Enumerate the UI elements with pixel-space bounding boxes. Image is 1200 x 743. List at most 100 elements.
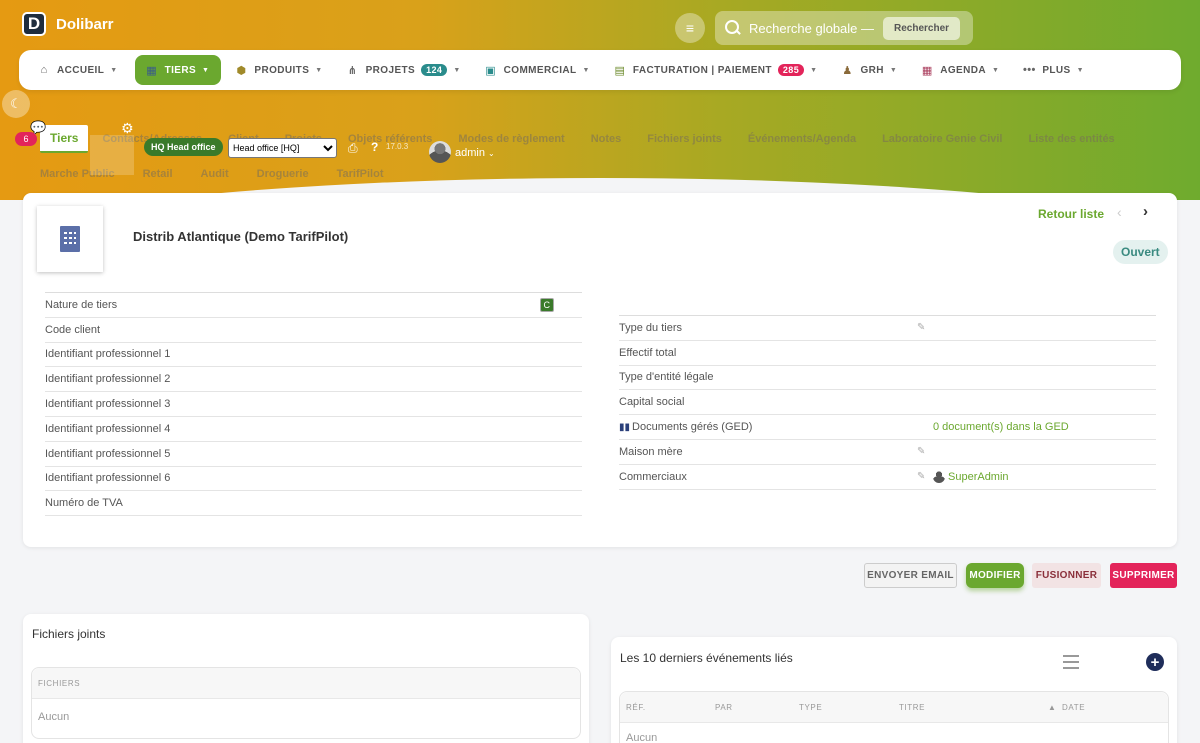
files-table: FICHIERS Aucun	[31, 667, 581, 739]
tab-fichiers-joints[interactable]: Fichiers joints	[647, 133, 722, 145]
sales-rep[interactable]: SuperAdmin	[933, 471, 1009, 483]
field-label: Identifiant professionnel 1	[45, 348, 171, 361]
tab-retail[interactable]: Retail	[143, 168, 173, 180]
tab-notes[interactable]: Notes	[591, 133, 622, 145]
nav-label: TIERS	[164, 64, 197, 76]
tab-laboratoire[interactable]: Laboratoire Genie Civil	[882, 133, 1002, 145]
chevron-down-icon: ▼	[889, 66, 898, 74]
sitemap-icon: ⋔	[347, 64, 358, 77]
field-row: Maison mère ✎	[619, 440, 1156, 465]
delete-button[interactable]: SUPPRIMER	[1110, 563, 1177, 588]
hamburger-icon: ≡	[685, 20, 695, 36]
tab-audit[interactable]: Audit	[201, 168, 229, 180]
files-column-header: FICHIERS	[38, 678, 81, 688]
field-label: Type du tiers	[619, 321, 682, 334]
field-row: Identifiant professionnel 5	[45, 442, 582, 467]
merge-button[interactable]: FUSIONNER	[1032, 563, 1101, 588]
column-type[interactable]: TYPE	[799, 703, 822, 712]
gear-icon[interactable]: ⚙	[121, 120, 134, 137]
user-tie-icon: ♟	[842, 64, 853, 77]
nav-agenda[interactable]: ▦ AGENDA ▼	[914, 55, 1009, 85]
field-row: Identifiant professionnel 3	[45, 392, 582, 417]
field-label: ▮▮ Documents gérés (GED)	[619, 421, 752, 433]
sort-asc-icon: ▲	[1048, 702, 1057, 712]
dark-mode-toggle[interactable]: ☾	[2, 90, 30, 118]
files-panel-title: Fichiers joints	[32, 627, 106, 641]
chevron-down-icon: ▼	[202, 66, 210, 74]
column-date[interactable]: DATE	[1062, 703, 1085, 712]
tab-tiers[interactable]: Tiers	[40, 125, 89, 153]
field-row: Type du tiers ✎	[619, 316, 1156, 341]
modify-button[interactable]: MODIFIER	[966, 563, 1024, 588]
pencil-icon[interactable]: ✎	[917, 471, 925, 482]
chevron-right-icon[interactable]: ›	[1143, 203, 1148, 220]
column-titre[interactable]: TITRE	[899, 703, 925, 712]
pencil-icon[interactable]: ✎	[917, 322, 925, 333]
chevron-down-icon: ▼	[110, 66, 118, 74]
search-button[interactable]: Rechercher	[883, 16, 961, 40]
field-label: Maison mère	[619, 445, 683, 458]
nav-projets[interactable]: ⋔ PROJETS 124 ▼	[340, 55, 471, 85]
user-icon	[933, 470, 945, 483]
entity-select[interactable]: Head office [HQ]	[228, 138, 337, 158]
field-row: ▮▮ Documents gérés (GED) 0 document(s) da…	[619, 415, 1156, 440]
ged-documents-link[interactable]: 0 document(s) dans la GED	[933, 421, 1069, 433]
building-icon: ▦	[146, 64, 157, 77]
app-logo[interactable]: D Dolibarr	[22, 12, 114, 36]
company-logo	[37, 206, 103, 272]
nav-tiers[interactable]: ▦ TIERS ▼	[134, 55, 222, 85]
user-avatar[interactable]	[429, 141, 451, 163]
right-fields-table: Type du tiers ✎ Effectif total Type d'en…	[619, 315, 1156, 490]
tab-modes-reglement[interactable]: Modes de règlement	[458, 133, 564, 145]
chat-count-badge: 6	[15, 132, 37, 146]
help-icon[interactable]: ?	[371, 140, 378, 154]
building-icon	[60, 226, 80, 252]
field-row: Type d'entité légale	[619, 366, 1156, 391]
nav-produits[interactable]: ⬢ PRODUITS ▼	[228, 55, 332, 85]
chevron-down-icon: ⌄	[488, 149, 495, 158]
field-label: Numéro de TVA	[45, 497, 123, 510]
field-row: Commerciaux ✎ SuperAdmin	[619, 465, 1156, 490]
back-to-list-link[interactable]: Retour liste	[1038, 207, 1104, 221]
nav-commercial[interactable]: ▣ COMMERCIAL ▼	[478, 55, 600, 85]
more-icon: •••	[1022, 64, 1036, 76]
facturation-count-badge: 285	[777, 64, 805, 76]
field-row: Code client	[45, 318, 582, 343]
field-label: Type d'entité légale	[619, 371, 714, 384]
field-label: Identifiant professionnel 4	[45, 422, 171, 435]
user-menu[interactable]: admin ⌄	[455, 147, 495, 159]
add-event-icon[interactable]: +	[1146, 653, 1164, 671]
nav-accueil[interactable]: ⌂ ACCUEIL ▼	[31, 55, 128, 85]
events-table-header: RÉF. PAR TYPE TITRE ▲ DATE	[620, 692, 1168, 723]
field-row: Effectif total	[619, 341, 1156, 366]
field-label: Capital social	[619, 396, 685, 409]
nav-grh[interactable]: ♟ GRH ▼	[834, 55, 907, 85]
left-fields-table: Nature de tiers C Code client Identifian…	[45, 292, 582, 517]
column-par[interactable]: PAR	[715, 703, 733, 712]
menu-toggle-button[interactable]: ≡	[675, 13, 705, 43]
nav-label: PROJETS	[365, 64, 416, 76]
tab-tarifpilot[interactable]: TarifPilot	[337, 168, 384, 180]
nav-plus[interactable]: ••• PLUS ▼	[1016, 55, 1094, 85]
chevron-down-icon: ▼	[810, 66, 818, 74]
status-badge: Ouvert	[1113, 240, 1168, 264]
nav-facturation[interactable]: ▤ FACTURATION | PAIEMENT 285 ▼	[607, 55, 828, 85]
send-email-button[interactable]: ENVOYER EMAIL	[864, 563, 957, 588]
search-input[interactable]	[749, 20, 875, 36]
nav-label: FACTURATION | PAIEMENT	[632, 64, 772, 76]
column-ref[interactable]: RÉF.	[626, 703, 646, 712]
tab-entites[interactable]: Liste des entités	[1028, 133, 1114, 145]
field-row: Identifiant professionnel 6	[45, 467, 582, 492]
events-table: RÉF. PAR TYPE TITRE ▲ DATE Aucun	[619, 691, 1169, 743]
tab-droguerie[interactable]: Droguerie	[257, 168, 309, 180]
tab-evenements[interactable]: Événements/Agenda	[748, 133, 856, 145]
files-panel: Fichiers joints FICHIERS Aucun	[23, 614, 589, 743]
field-label: Identifiant professionnel 2	[45, 373, 171, 386]
main-navigation: ⌂ ACCUEIL ▼ ▦ TIERS ▼ ⬢ PRODUITS ▼ ⋔ PRO…	[19, 50, 1181, 90]
list-view-icon[interactable]	[1063, 655, 1079, 669]
pencil-icon[interactable]: ✎	[917, 446, 925, 457]
chevron-left-icon[interactable]: ‹	[1117, 204, 1122, 220]
files-table-header: FICHIERS	[32, 668, 580, 699]
nav-label: ACCUEIL	[57, 64, 105, 76]
print-icon[interactable]: ⎙	[348, 141, 358, 156]
